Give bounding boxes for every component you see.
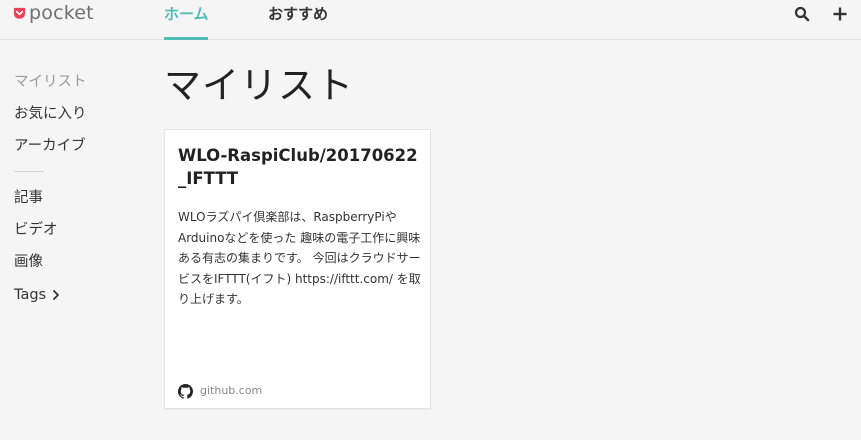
card-excerpt: WLOラズパイ倶楽部は、RaspberryPiやArduinoなどを使った 趣味… bbox=[178, 210, 421, 306]
active-tab-indicator bbox=[164, 37, 208, 40]
chevron-right-icon bbox=[53, 290, 60, 300]
card-title[interactable]: WLO-RaspiClub/20170622_IFTTT bbox=[178, 144, 423, 190]
sidebar-item-images[interactable]: 画像 bbox=[14, 253, 43, 271]
github-icon bbox=[178, 383, 193, 399]
sidebar-item-videos[interactable]: ビデオ bbox=[14, 221, 58, 239]
tab-home[interactable]: ホーム bbox=[164, 5, 209, 23]
sidebar-item-tags[interactable]: Tags bbox=[14, 286, 60, 304]
add-icon[interactable] bbox=[832, 6, 848, 22]
pocket-logo-icon bbox=[13, 7, 26, 19]
page-title: マイリスト bbox=[164, 64, 354, 107]
sidebar-item-my-list[interactable]: マイリスト bbox=[14, 73, 87, 91]
card-source: github.com bbox=[178, 383, 262, 399]
search-icon[interactable] bbox=[794, 6, 810, 22]
pocket-logo[interactable]: pocket bbox=[13, 3, 94, 23]
card-domain[interactable]: github.com bbox=[200, 383, 262, 399]
sidebar-item-archive[interactable]: アーカイブ bbox=[14, 137, 86, 155]
article-card[interactable]: WLO-RaspiClub/20170622_IFTTT WLOラズパイ倶楽部は… bbox=[164, 129, 431, 409]
sidebar-item-tags-label: Tags bbox=[14, 287, 47, 303]
tab-recommended[interactable]: おすすめ bbox=[268, 5, 328, 23]
sidebar-divider bbox=[14, 171, 44, 172]
top-header: pocket ホーム おすすめ bbox=[0, 0, 861, 40]
sidebar-item-favorites[interactable]: お気に入り bbox=[14, 105, 87, 123]
sidebar-item-articles[interactable]: 記事 bbox=[14, 189, 43, 207]
pocket-logo-text: pocket bbox=[29, 2, 94, 24]
